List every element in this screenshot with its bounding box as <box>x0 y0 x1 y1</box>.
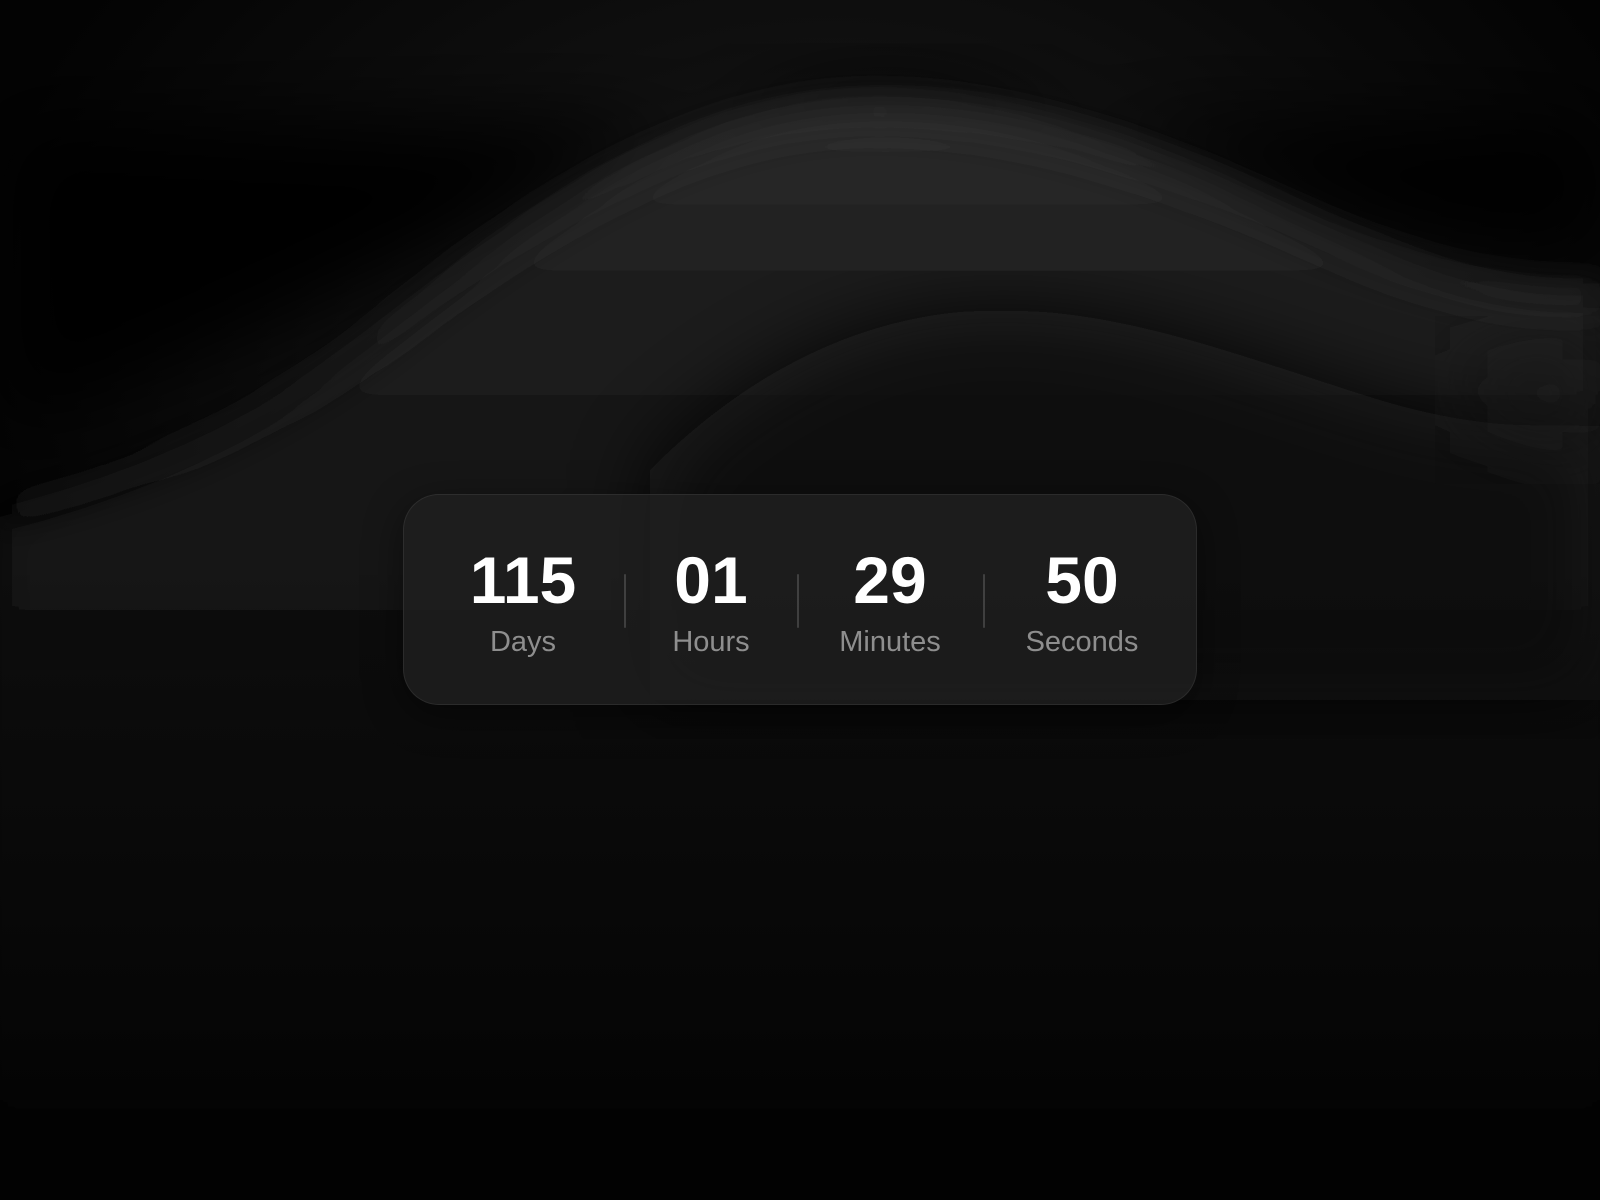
seconds-unit: 50 Seconds <box>982 495 1182 706</box>
hours-value: 01 <box>674 543 748 617</box>
countdown-card: 115 Days 01 Hours 29 Minutes 50 Seconds <box>403 494 1197 705</box>
countdown-page: 115 Days 01 Hours 29 Minutes 50 Seconds <box>0 0 1600 1200</box>
minutes-value: 29 <box>853 543 927 617</box>
minutes-label: Minutes <box>839 626 941 658</box>
days-label: Days <box>489 626 557 658</box>
seconds-value: 50 <box>1045 543 1119 617</box>
minutes-unit: 29 Minutes <box>790 495 990 706</box>
hours-label: Hours <box>672 626 750 658</box>
days-unit: 115 Days <box>423 495 623 706</box>
seconds-label: Seconds <box>1025 626 1139 658</box>
days-value: 115 <box>469 543 577 617</box>
hours-unit: 01 Hours <box>611 495 811 706</box>
